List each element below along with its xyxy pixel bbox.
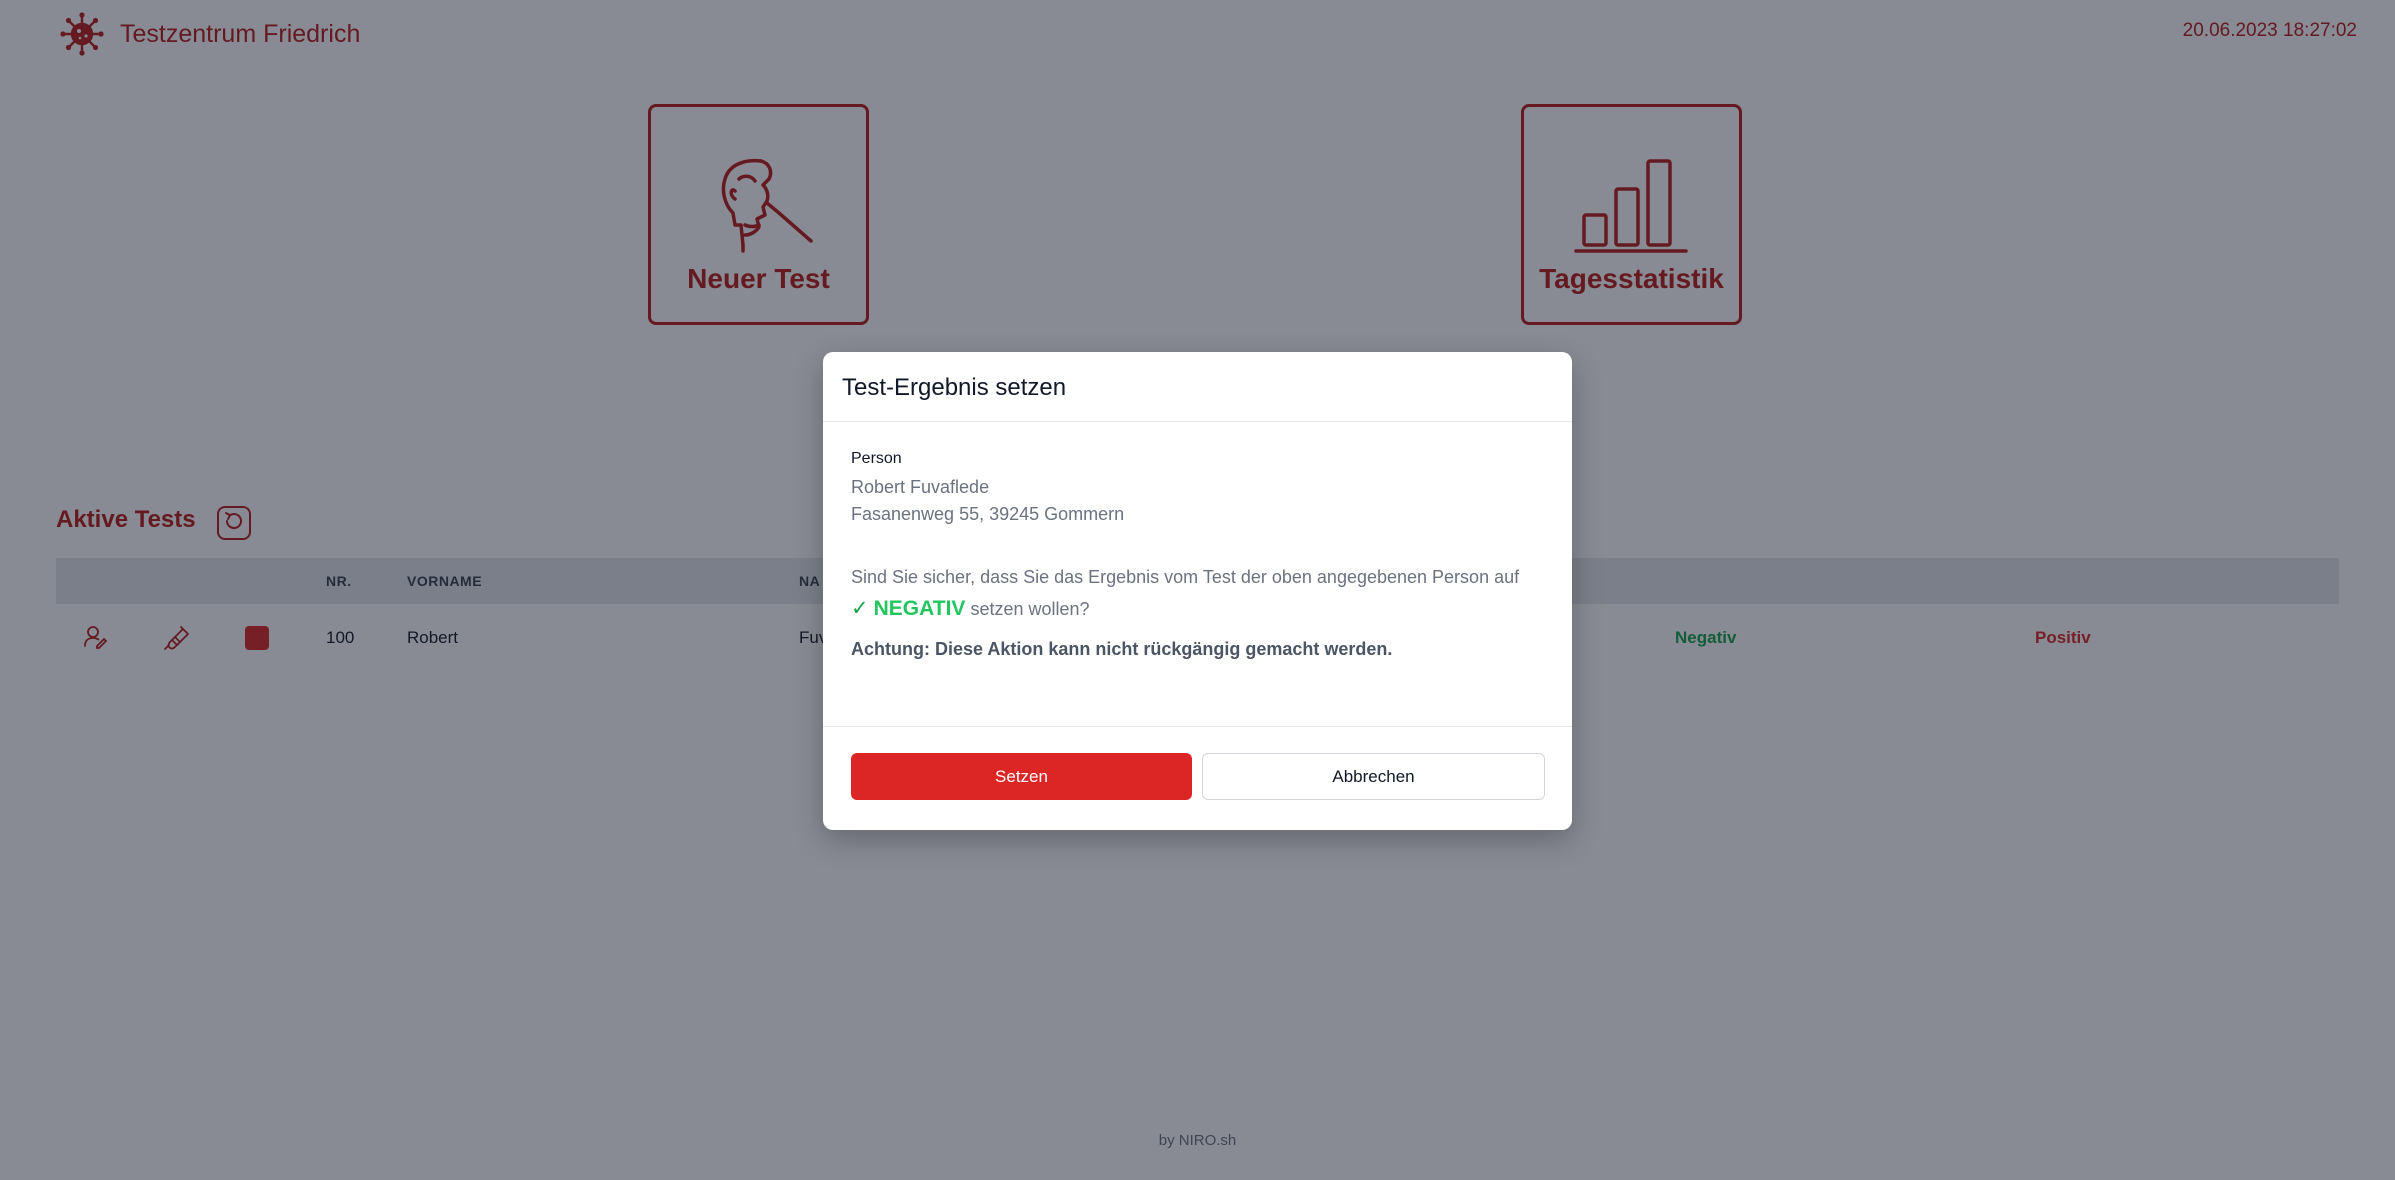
confirm-button[interactable]: Setzen: [851, 753, 1192, 800]
dialog-header: Test-Ergebnis setzen: [823, 352, 1572, 422]
dialog-footer: Setzen Abbrechen: [851, 753, 1545, 800]
question-text-start: Sind Sie sicher, dass Sie das Ergebnis v…: [851, 567, 1520, 587]
warning-text: Achtung: Diese Aktion kann nicht rückgän…: [851, 639, 1393, 659]
person-label: Person: [851, 450, 902, 467]
dialog-body: Person Robert Fuvaflede Fasanenweg 55, 3…: [823, 422, 1572, 727]
person-name: Robert Fuvaflede: [851, 477, 990, 497]
app-root: Testzentrum Friedrich 20.06.2023 18:27:0…: [0, 0, 2395, 1180]
confirmation-question: Sind Sie sicher, dass Sie das Ergebnis v…: [851, 561, 1544, 625]
question-text-end: setzen wollen?: [970, 599, 1090, 619]
person-address: Fasanenweg 55, 39245 Gommern: [851, 504, 1125, 524]
dialog-title: Test-Ergebnis setzen: [842, 374, 1067, 401]
result-dialog: Test-Ergebnis setzen Person Robert Fuvaf…: [823, 352, 1572, 830]
cancel-button[interactable]: Abbrechen: [1202, 753, 1545, 800]
result-value: NEGATIV: [873, 597, 966, 620]
check-icon: ✓: [851, 597, 869, 620]
